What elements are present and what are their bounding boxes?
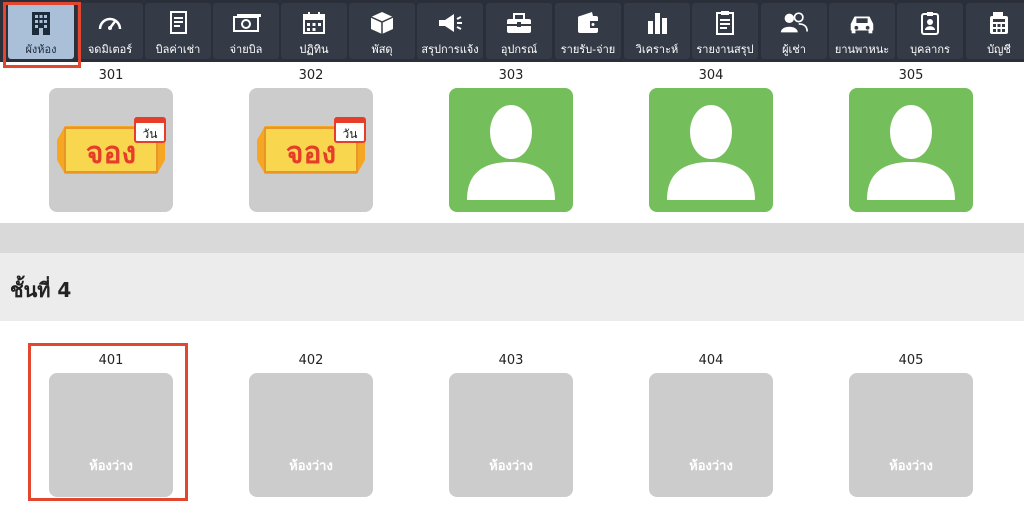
day-tag-text: วัน	[343, 127, 358, 141]
room-number: 401	[98, 353, 124, 368]
wallet-icon	[573, 8, 603, 38]
section-divider	[0, 223, 1024, 253]
bar-chart-icon	[642, 8, 672, 38]
tool-pay-bill[interactable]: จ่ายบิล	[213, 3, 279, 59]
room-tile-vacant[interactable]: ห้องว่าง	[649, 373, 773, 497]
tool-label: จ่ายบิล	[229, 43, 263, 56]
room-tile-vacant[interactable]: ห้องว่าง	[49, 373, 173, 497]
reserved-text: จอง	[86, 136, 136, 171]
document-icon	[163, 8, 193, 38]
room-tile-reserved[interactable]: จอง วัน	[249, 88, 373, 212]
tool-meter[interactable]: จดมิเตอร์	[77, 3, 143, 59]
main-toolbar: ผังห้อง จดมิเตอร์ บิลค่าเช่า จ่ายบิล ปฏิ…	[0, 0, 1024, 62]
room-tile-occupied[interactable]	[849, 88, 973, 212]
tenant-avatar-icon	[667, 105, 755, 200]
toolbox-icon	[504, 8, 534, 38]
tool-calendar[interactable]: ปฏิทิน	[281, 3, 347, 59]
vacant-label: ห้องว่าง	[689, 459, 733, 474]
floor-header	[0, 253, 1024, 321]
calculator-icon	[984, 8, 1014, 38]
room-card-304[interactable]: 304	[649, 62, 773, 212]
tool-room-layout[interactable]: ผังห้อง	[8, 3, 74, 59]
room-card-404[interactable]: 404 ห้องว่าง	[649, 347, 773, 497]
room-card-405[interactable]: 405 ห้องว่าง	[849, 347, 973, 497]
room-card-403[interactable]: 403 ห้องว่าง	[449, 347, 573, 497]
users-icon	[779, 8, 809, 38]
tool-label: บุคลากร	[910, 43, 950, 56]
tool-label: อุปกรณ์	[500, 43, 538, 56]
room-tile-vacant[interactable]: ห้องว่าง	[449, 373, 573, 497]
tool-label: ยานพาหนะ	[834, 43, 890, 56]
tool-label: รายงานสรุป	[696, 43, 754, 56]
tool-label: วิเคราะห์	[635, 43, 679, 56]
room-tile-occupied[interactable]	[449, 88, 573, 212]
tool-label: บิลค่าเช่า	[155, 43, 201, 56]
megaphone-icon	[435, 8, 465, 38]
tool-label: สรุปการแจ้ง	[421, 43, 479, 56]
package-icon	[367, 8, 397, 38]
tool-label: จดมิเตอร์	[87, 43, 133, 56]
tool-accounts[interactable]: บัญชี	[966, 3, 1024, 59]
vacant-label: ห้องว่าง	[489, 459, 533, 474]
room-number: 303	[498, 68, 524, 83]
room-number: 301	[98, 68, 124, 83]
day-tag-text: วัน	[143, 127, 158, 141]
room-number: 302	[298, 68, 324, 83]
tool-rent-bill[interactable]: บิลค่าเช่า	[145, 3, 211, 59]
tool-label: ปฏิทิน	[299, 43, 329, 56]
tool-income-expense[interactable]: รายรับ-จ่าย	[555, 3, 621, 59]
cash-icon	[231, 8, 261, 38]
reserved-badge-icon: จอง วัน	[257, 117, 366, 174]
gauge-icon	[95, 8, 125, 38]
tool-parcel[interactable]: พัสดุ	[349, 3, 415, 59]
room-layout-screen: ผังห้อง จดมิเตอร์ บิลค่าเช่า จ่ายบิล ปฏิ…	[0, 0, 1024, 505]
vacant-label: ห้องว่าง	[289, 459, 333, 474]
tool-tenants[interactable]: ผู้เช่า	[761, 3, 827, 59]
room-card-401[interactable]: 401 ห้องว่าง	[49, 347, 173, 497]
tenant-avatar-icon	[467, 105, 555, 200]
room-number: 404	[698, 353, 724, 368]
reserved-badge-icon: จอง วัน	[57, 117, 166, 174]
room-card-302[interactable]: 302 จอง วัน	[249, 62, 373, 212]
tool-notice-summary[interactable]: สรุปการแจ้ง	[417, 3, 483, 59]
tool-label: ผังห้อง	[25, 43, 57, 56]
room-card-303[interactable]: 303	[449, 62, 573, 212]
tool-label: พัสดุ	[371, 43, 393, 56]
room-number: 403	[498, 353, 524, 368]
room-card-305[interactable]: 305	[849, 62, 973, 212]
calendar-icon	[299, 8, 329, 38]
tool-vehicles[interactable]: ยานพาหนะ	[829, 3, 895, 59]
tool-label: รายรับ-จ่าย	[560, 43, 616, 56]
room-number: 405	[898, 353, 924, 368]
staff-badge-icon	[915, 8, 945, 38]
car-icon	[847, 8, 877, 38]
vacant-label: ห้องว่าง	[89, 459, 133, 474]
tool-label: ผู้เช่า	[782, 43, 806, 56]
room-tile-vacant[interactable]: ห้องว่าง	[249, 373, 373, 497]
tool-equipment[interactable]: อุปกรณ์	[486, 3, 552, 59]
floor-title: ชั้นที่ 4	[10, 278, 72, 302]
tool-summary-report[interactable]: รายงานสรุป	[692, 3, 758, 59]
room-tile-reserved[interactable]: จอง วัน	[49, 88, 173, 212]
room-tile-vacant[interactable]: ห้องว่าง	[849, 373, 973, 497]
reserved-text: จอง	[286, 136, 336, 171]
vacant-label: ห้องว่าง	[889, 459, 933, 474]
room-card-402[interactable]: 402 ห้องว่าง	[249, 347, 373, 497]
building-icon	[26, 8, 56, 38]
room-number: 305	[898, 68, 924, 83]
clipboard-icon	[710, 8, 740, 38]
room-number: 304	[698, 68, 724, 83]
room-number: 402	[298, 353, 324, 368]
tool-label: บัญชี	[987, 43, 1011, 56]
tool-analysis[interactable]: วิเคราะห์	[624, 3, 690, 59]
tenant-avatar-icon	[867, 105, 955, 200]
room-tile-occupied[interactable]	[649, 88, 773, 212]
tool-staff[interactable]: บุคลากร	[897, 3, 963, 59]
room-card-301[interactable]: 301 จอง วัน	[49, 62, 173, 212]
